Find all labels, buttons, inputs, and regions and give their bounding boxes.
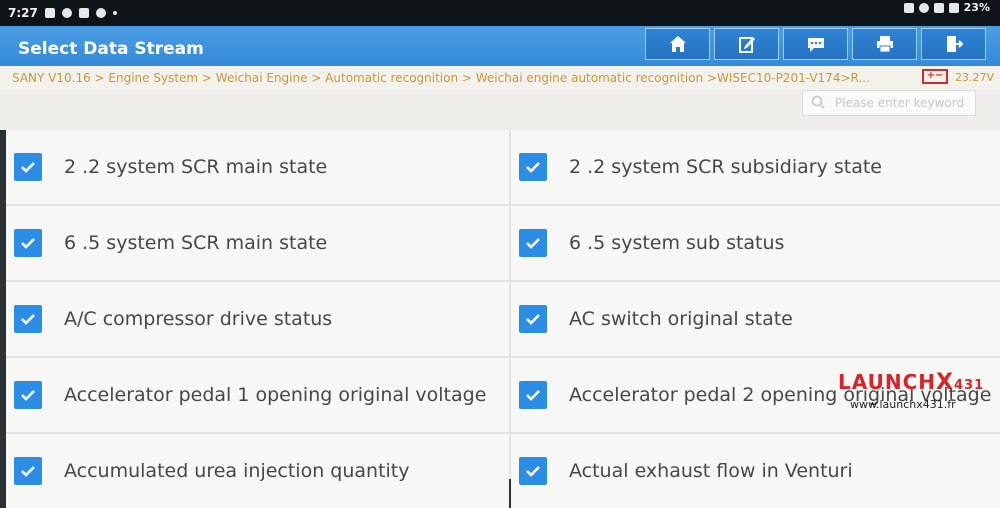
data-stream-list: 2 .2 system SCR main state 2 .2 system S…	[6, 130, 1000, 508]
check-icon	[21, 162, 35, 173]
item-label: 6 .5 system SCR main state	[64, 232, 328, 254]
home-icon	[669, 36, 686, 52]
toolbar	[641, 28, 986, 60]
battery-voltage: 23.27V	[954, 71, 994, 84]
search-row: Please enter keyword	[0, 90, 1000, 130]
check-icon	[526, 162, 540, 173]
list-item[interactable]: 2 .2 system SCR subsidiary state	[511, 130, 1000, 204]
item-label: AC switch original state	[569, 308, 793, 330]
check-icon	[526, 390, 540, 401]
check-icon	[21, 314, 35, 325]
battery-percent: 23%	[963, 1, 990, 14]
print-button[interactable]	[852, 28, 917, 60]
check-icon	[526, 314, 540, 325]
item-checkbox[interactable]	[14, 457, 42, 485]
list-item[interactable]: A/C compressor drive status	[6, 282, 509, 356]
item-checkbox[interactable]	[14, 229, 42, 257]
brand-logo: LAUNCHX431	[838, 370, 985, 395]
battery-icon	[948, 2, 959, 13]
item-label: 2 .2 system SCR subsidiary state	[569, 156, 882, 178]
dot-icon	[112, 11, 117, 15]
settings-icon	[61, 8, 72, 18]
check-icon	[526, 238, 540, 249]
item-checkbox[interactable]	[14, 153, 42, 181]
check-icon	[21, 390, 35, 401]
check-icon	[526, 466, 540, 477]
item-checkbox[interactable]	[519, 153, 547, 181]
edit-icon	[738, 37, 755, 53]
check-icon	[21, 466, 35, 477]
list-item[interactable]: Actual exhaust flow in Venturi	[511, 434, 1000, 508]
list-item[interactable]: Accelerator pedal 1 opening original vol…	[6, 358, 509, 432]
status-time: 7:27	[8, 6, 38, 20]
list-item[interactable]: AC switch original state	[511, 282, 1000, 356]
launch-watermark: LAUNCHX431 www.launchx431.fr	[838, 370, 985, 411]
breadcrumb: SANY V10.16 > Engine System > Weichai En…	[0, 66, 1000, 90]
page-title: Select Data Stream	[18, 39, 204, 59]
exit-icon	[946, 36, 963, 52]
print-icon	[876, 36, 893, 53]
item-label: Accelerator pedal 1 opening original vol…	[64, 384, 487, 406]
breadcrumb-path: SANY V10.16 > Engine System > Weichai En…	[12, 71, 870, 85]
edit-button[interactable]	[714, 28, 779, 60]
list-item[interactable]: 6 .5 system sub status	[511, 206, 1000, 280]
item-checkbox[interactable]	[14, 305, 42, 333]
search-input[interactable]: Please enter keyword	[802, 90, 976, 116]
brand-url: www.launchx431.fr	[850, 398, 956, 411]
item-checkbox[interactable]	[519, 381, 547, 409]
wifi-icon	[78, 8, 89, 18]
item-checkbox[interactable]	[519, 457, 547, 485]
item-checkbox[interactable]	[519, 229, 547, 257]
item-checkbox[interactable]	[519, 305, 547, 333]
nfc-icon	[903, 2, 914, 13]
list-item[interactable]: Accumulated urea injection quantity	[6, 434, 509, 508]
item-checkbox[interactable]	[14, 381, 42, 409]
vibrate-icon	[918, 2, 929, 13]
check-icon	[21, 238, 35, 249]
status-bar: 7:27 23%	[0, 0, 1000, 26]
notification-icon	[44, 8, 55, 18]
signal-icon	[933, 2, 944, 13]
message-icon	[807, 38, 824, 52]
search-icon	[811, 95, 825, 109]
list-item[interactable]: 2 .2 system SCR main state	[6, 130, 509, 204]
item-label: A/C compressor drive status	[64, 308, 333, 330]
vehicle-battery-icon: +−	[922, 69, 948, 84]
item-label: 6 .5 system sub status	[569, 232, 785, 254]
home-button[interactable]	[645, 28, 710, 60]
item-label: 2 .2 system SCR main state	[64, 156, 328, 178]
list-item[interactable]: 6 .5 system SCR main state	[6, 206, 509, 280]
search-placeholder: Please enter keyword	[835, 96, 965, 110]
exit-button[interactable]	[921, 28, 986, 60]
sync-icon	[95, 8, 106, 18]
message-button[interactable]	[783, 28, 848, 60]
